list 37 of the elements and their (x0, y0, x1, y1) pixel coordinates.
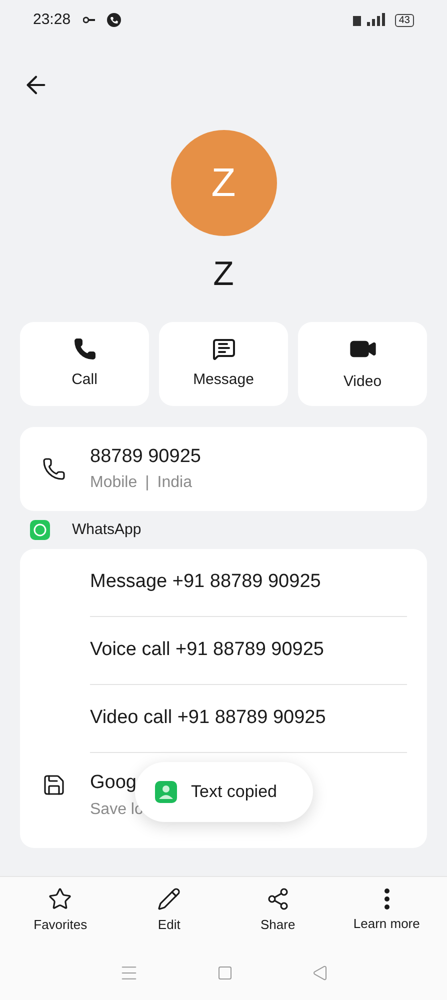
toolbar-button[interactable]: Learn more (332, 877, 441, 945)
phone-type: Mobile (90, 473, 138, 494)
status-time: 23:28 (33, 10, 71, 30)
phone-call-icon (106, 13, 121, 27)
contact-name: Z (213, 254, 234, 295)
contact-avatar: Z (170, 130, 276, 236)
phone-card[interactable]: 88789 90925 Mobile | India (20, 427, 427, 511)
action-button[interactable]: Video (298, 322, 427, 406)
section-label: WhatsApp (72, 520, 142, 540)
back-icon[interactable] (312, 964, 328, 980)
whatsapp-icon (30, 520, 50, 540)
more-icon (384, 888, 390, 910)
signal-icon (352, 13, 387, 27)
contact-app-icon (155, 781, 177, 803)
home-icon[interactable] (217, 964, 234, 980)
whatsapp-action[interactable]: Message +91 88789 90925 (90, 549, 407, 617)
separator: | (145, 473, 150, 494)
share-icon (266, 887, 290, 912)
toolbar-button[interactable]: Favorites (6, 877, 115, 945)
pencil-icon (157, 887, 182, 912)
toast-text: Text copied (191, 781, 277, 804)
phone-number: 88789 90925 (90, 444, 201, 469)
phone-icon (42, 457, 66, 481)
message-icon (212, 336, 236, 361)
action-button[interactable]: Message (159, 322, 288, 406)
save-icon (42, 773, 66, 797)
phone-country: India (157, 473, 192, 494)
save-title: Goog (90, 771, 138, 796)
phone-icon (72, 336, 96, 361)
star-icon (48, 887, 72, 912)
whatsapp-action[interactable]: Voice call +91 88789 90925 (90, 617, 407, 685)
action-button[interactable]: Call (20, 322, 149, 406)
battery-indicator: 43 (394, 14, 414, 26)
toolbar-button[interactable]: Share (224, 877, 332, 945)
key-icon (82, 16, 95, 24)
toolbar-button[interactable]: Edit (114, 877, 224, 945)
whatsapp-action[interactable]: Video call +91 88789 90925 (90, 685, 407, 753)
